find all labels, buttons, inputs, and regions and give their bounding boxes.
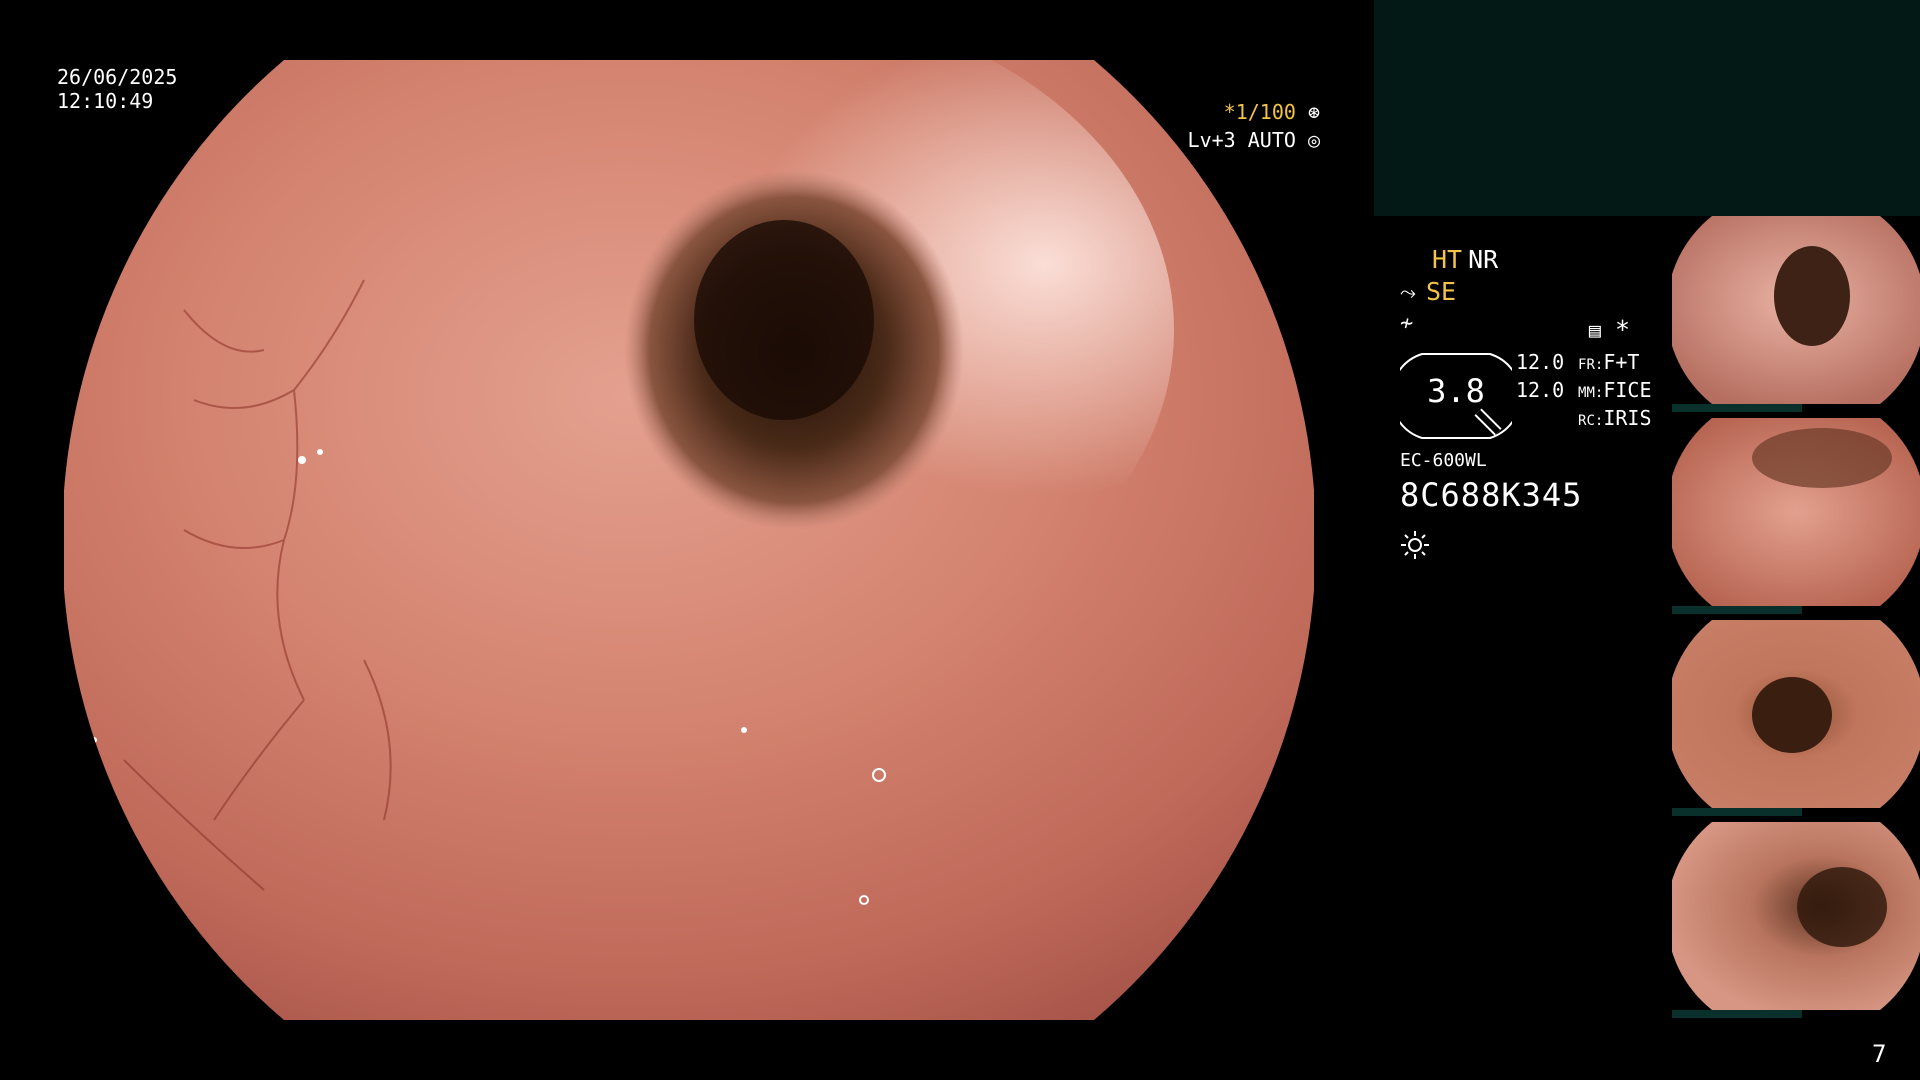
thumbnail-2[interactable]: [1672, 418, 1920, 614]
tilde-icon: ⤳: [1400, 280, 1416, 304]
shutter-text: *1/100: [1223, 100, 1296, 124]
se-row: ⤳ SE: [1400, 276, 1630, 308]
scope-serial: 8C688K345: [1400, 476, 1583, 514]
menu-icon: ▤: [1588, 318, 1601, 342]
param-value: 12.0: [1516, 378, 1565, 402]
shutter-row: *1/100 ⊛: [1160, 98, 1320, 126]
sun-icon: [1400, 530, 1430, 560]
param-key: RC:: [1578, 413, 1604, 429]
time-text: 12:10:49: [57, 89, 154, 113]
param-value: 12.0: [1516, 350, 1565, 374]
nr-label: NR: [1468, 245, 1499, 274]
param-val: FICE: [1603, 378, 1652, 402]
auto-exposure-icon: ◎: [1307, 128, 1320, 152]
param-row: 12.0 MM:FICE: [1516, 378, 1652, 406]
aperture-gauge: 3.8: [1390, 350, 1522, 442]
level-text: Lv+3 AUTO: [1187, 128, 1296, 152]
endoscopy-main-view: [64, 60, 1314, 1020]
param-val: F+T: [1603, 350, 1640, 374]
wave-row: ≁ ▤ *: [1400, 308, 1630, 344]
exposure-info: *1/100 ⊛ Lv+3 AUTO ◎: [1160, 98, 1320, 154]
thumbnail-1[interactable]: [1672, 216, 1920, 412]
wave-icon: ≁: [1400, 311, 1414, 336]
param-key: FR:: [1578, 357, 1604, 373]
param-row: 12.0 FR:F+T: [1516, 350, 1652, 378]
page-number: 7: [1872, 1040, 1887, 1068]
aperture-value: 3.8: [1427, 372, 1485, 410]
aperture-icon: ⊛: [1307, 100, 1320, 124]
asterisk-icon: *: [1614, 315, 1630, 344]
param-key: MM:: [1578, 385, 1604, 401]
ht-label: HT: [1432, 245, 1463, 274]
ht-nr-row: HT NR: [1400, 244, 1630, 276]
thumbnail-3[interactable]: [1672, 620, 1920, 816]
preview-box: [1374, 0, 1920, 216]
level-row: Lv+3 AUTO ◎: [1160, 126, 1320, 154]
param-val: IRIS: [1603, 406, 1652, 430]
thumbnail-strip: [1672, 216, 1920, 1018]
parameters: 12.0 FR:F+T 12.0 MM:FICE RC:IRIS: [1516, 350, 1652, 434]
scope-model: EC-600WL: [1400, 450, 1487, 471]
timestamp: 26/06/2025 12:10:49: [57, 65, 177, 113]
se-label: SE: [1426, 277, 1457, 306]
date-text: 26/06/2025: [57, 65, 178, 89]
thumbnail-4[interactable]: [1672, 822, 1920, 1018]
mode-indicators: HT NR ⤳ SE ≁ ▤ *: [1400, 244, 1630, 344]
param-row: RC:IRIS: [1516, 406, 1652, 434]
